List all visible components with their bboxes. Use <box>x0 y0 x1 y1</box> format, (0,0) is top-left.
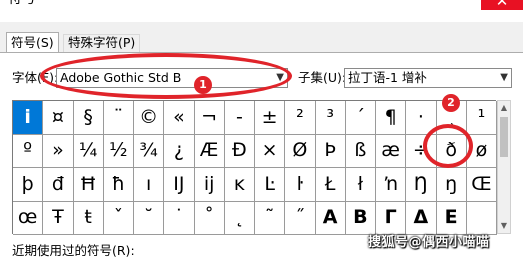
tab-special-characters[interactable]: 特殊字符(P) <box>63 34 141 52</box>
annotation-badge-1: 1 <box>194 76 212 94</box>
symbol-cell[interactable]: Ħ <box>73 168 104 202</box>
symbol-cell[interactable]: ß <box>345 134 376 168</box>
symbol-cell[interactable]: ħ <box>103 168 134 202</box>
symbol-cell[interactable]: ĸ <box>224 168 255 202</box>
symbol-cell[interactable]: ± <box>255 101 286 135</box>
symbol-cell[interactable]: × <box>255 134 286 168</box>
scroll-up-icon[interactable]: ▲ <box>498 101 510 115</box>
symbol-cell[interactable]: Đ <box>224 134 255 168</box>
tab-symbols[interactable]: 符号(S) <box>6 32 59 53</box>
symbol-cell[interactable]: Ĳ <box>164 168 195 202</box>
scroll-thumb[interactable] <box>500 117 508 157</box>
symbol-cell[interactable]: ¬ <box>194 101 225 135</box>
symbol-cell[interactable]: ½ <box>103 134 134 168</box>
chevron-down-icon: ▼ <box>276 72 284 83</box>
symbol-cell[interactable]: ŋ <box>436 168 467 202</box>
subset-select-value: 拉丁语-1 增补 <box>348 70 427 85</box>
symbol-cell[interactable]: · <box>406 101 437 135</box>
symbol-cell[interactable]: Α <box>315 201 346 235</box>
symbol-cell[interactable]: ¶ <box>376 101 407 135</box>
close-icon: ✕ <box>495 0 509 10</box>
symbol-cell[interactable]: ¨ <box>103 101 134 135</box>
symbol-cell[interactable]: ĳ <box>194 168 225 202</box>
symbol-cell[interactable]: Œ <box>466 168 497 202</box>
symbol-cell[interactable]: Δ <box>406 201 437 235</box>
symbol-cell[interactable]: ¤ <box>43 101 74 135</box>
symbol-cell[interactable]: ŉ <box>376 168 407 202</box>
symbol-cell[interactable]: ¹ <box>466 101 497 135</box>
symbol-cell[interactable]: ˛ <box>224 201 255 235</box>
symbol-cell[interactable]: - <box>224 101 255 135</box>
subset-select[interactable]: 拉丁语-1 增补 ▼ <box>344 68 512 88</box>
symbol-cell[interactable]: ŀ <box>285 168 316 202</box>
symbol-cell[interactable]: Ε <box>436 201 467 235</box>
symbol-cell[interactable]: Γ <box>376 201 407 235</box>
symbol-cell[interactable]: Ł <box>315 168 346 202</box>
symbol-cell[interactable]: Æ <box>194 134 225 168</box>
symbol-grid: i ¤ § ¨ © «¬ - ± ² ³ ´ ¶ · ¸ ¹ º» ¼ ½ ¾ ¿ Æ Đ × Ø Þß æ ÷ ð ø þ đ Ħħ ı Ĳĳ ĸ… <box>12 100 497 235</box>
symbol-cell[interactable]: ˘ <box>134 201 165 235</box>
symbol-cell[interactable]: Ŧ <box>43 201 74 235</box>
symbol-cell[interactable]: Ŀ <box>255 168 286 202</box>
symbol-cell[interactable]: ˙ <box>164 201 195 235</box>
symbol-cell[interactable]: ˇ <box>103 201 134 235</box>
symbol-cell[interactable]: » <box>43 134 74 168</box>
symbol-cell[interactable]: ð <box>436 134 467 168</box>
chevron-down-icon: ▼ <box>500 72 508 83</box>
symbol-cell[interactable]: ³ <box>315 101 346 135</box>
font-select-value: Adobe Gothic Std B <box>60 70 182 85</box>
symbol-cell[interactable]: ¼ <box>73 134 104 168</box>
symbol-cell[interactable]: ¿ <box>164 134 195 168</box>
symbol-cell[interactable]: ł <box>345 168 376 202</box>
symbol-cell[interactable]: ˜ <box>255 201 286 235</box>
symbol-cell[interactable]: ÷ <box>406 134 437 168</box>
symbol-cell[interactable]: Þ <box>315 134 346 168</box>
symbol-cell[interactable]: Β <box>345 201 376 235</box>
symbol-cell[interactable]: þ <box>13 168 44 202</box>
annotation-badge-2: 2 <box>442 94 460 112</box>
symbol-cell[interactable]: Ø <box>285 134 316 168</box>
symbol-cell[interactable]: ² <box>285 101 316 135</box>
symbol-cell[interactable]: œ <box>13 201 44 235</box>
symbol-cell[interactable]: © <box>134 101 165 135</box>
symbol-cell[interactable]: ¾ <box>134 134 165 168</box>
symbol-grid-scrollbar[interactable]: ▲ ▼ <box>497 100 511 234</box>
symbol-cell[interactable]: ŧ <box>73 201 104 235</box>
symbol-cell[interactable] <box>466 201 497 235</box>
symbol-cell[interactable]: i <box>13 101 44 135</box>
symbol-cell[interactable]: æ <box>376 134 407 168</box>
font-select[interactable]: Adobe Gothic Std B ▼ <box>56 68 288 88</box>
font-label: 字体(F): <box>12 70 59 85</box>
symbol-cell[interactable]: ´ <box>345 101 376 135</box>
tab-strip: 符号(S) 特殊字符(P) <box>0 32 523 53</box>
close-button[interactable]: ✕ <box>481 0 523 10</box>
symbol-cell[interactable]: Ŋ <box>406 168 437 202</box>
symbol-cell[interactable]: đ <box>43 168 74 202</box>
symbol-cell[interactable]: « <box>164 101 195 135</box>
watermark: 搜狐号@偶西小喵喵 <box>368 235 490 250</box>
symbol-cell[interactable]: º <box>13 134 44 168</box>
symbol-cell[interactable]: ˚ <box>194 201 225 235</box>
symbol-cell[interactable]: ı <box>134 168 165 202</box>
recent-symbols-label: 近期使用过的符号(R): <box>12 243 135 258</box>
symbol-cell[interactable]: § <box>73 101 104 135</box>
window-title: 符号 <box>8 0 36 7</box>
symbol-cell[interactable]: ˝ <box>285 201 316 235</box>
title-bar: 符号 ✕ <box>0 0 523 22</box>
symbol-cell[interactable]: ø <box>466 134 497 168</box>
scroll-down-icon[interactable]: ▼ <box>498 219 510 233</box>
subset-label: 子集(U): <box>298 70 347 85</box>
